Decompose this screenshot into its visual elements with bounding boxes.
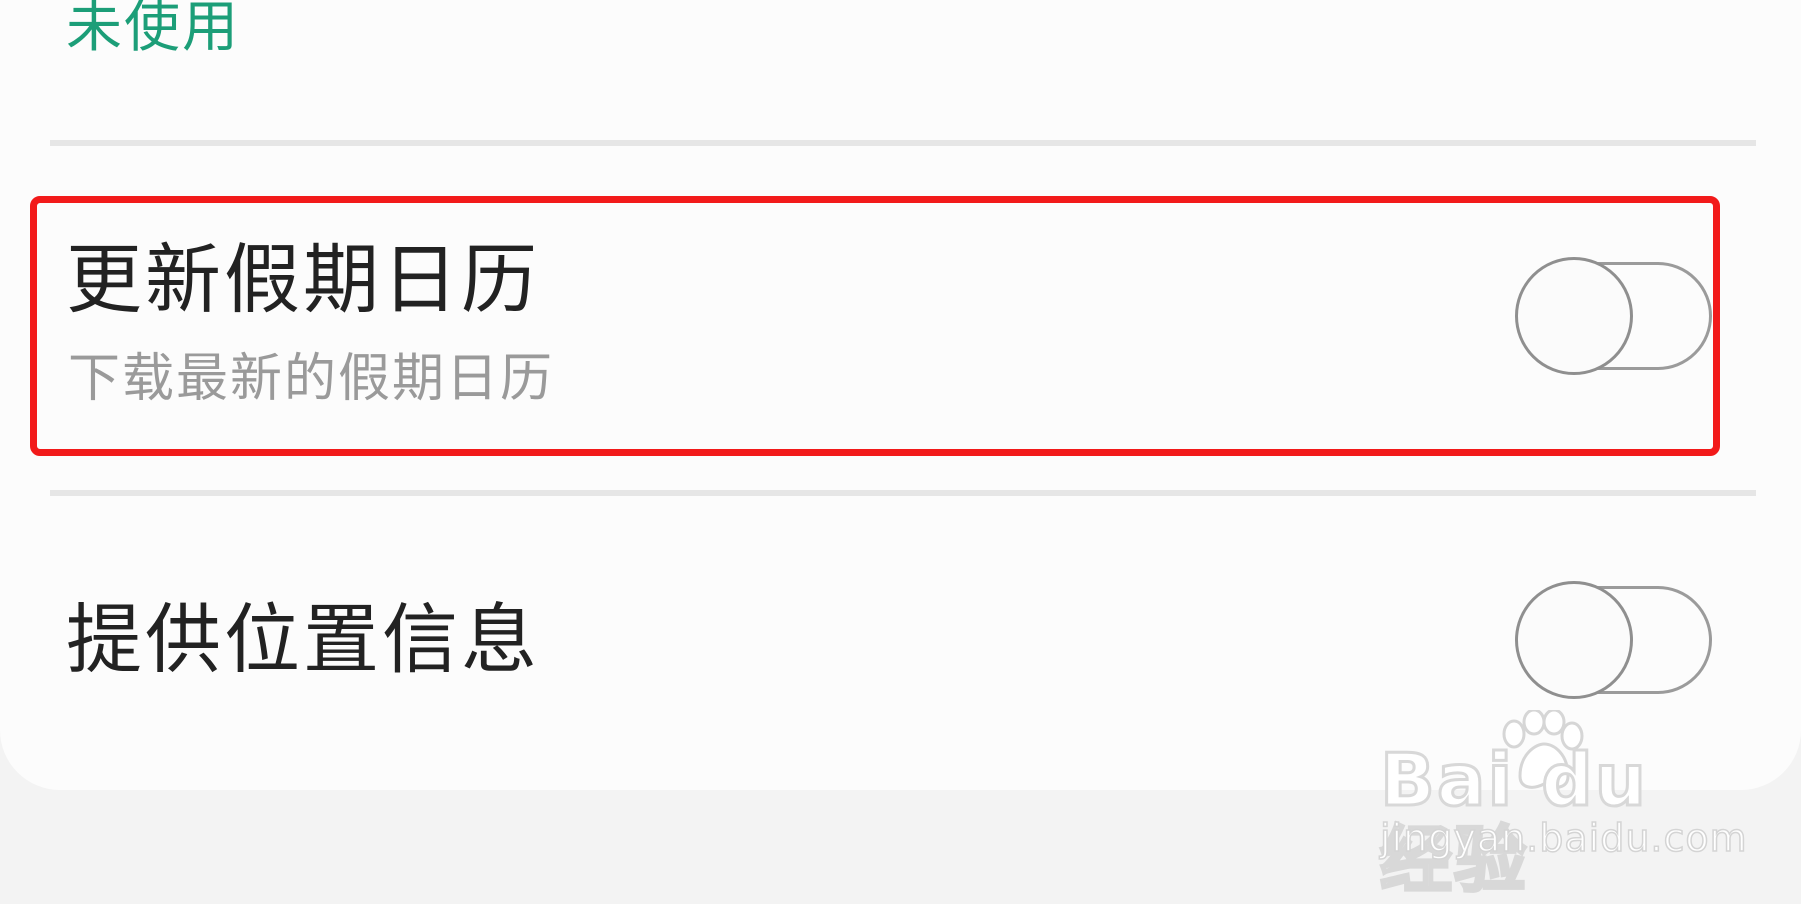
setting-title: 提供位置信息 [66,595,540,684]
settings-screen: 未使用 更新假期日历 下载最新的假期日历 提供位置信息 Bai du 经验 ji… [0,0,1801,904]
setting-row-update-holiday-calendar[interactable]: 更新假期日历 下载最新的假期日历 [30,196,1730,462]
toggle-knob [1515,257,1633,375]
update-holiday-calendar-toggle[interactable] [1515,257,1712,375]
setting-subtitle: 下载最新的假期日历 [68,349,555,409]
divider [50,490,1756,496]
settings-card: 未使用 更新假期日历 下载最新的假期日历 提供位置信息 [0,0,1801,790]
setting-row-provide-location[interactable]: 提供位置信息 [30,560,1730,720]
top-item-status: 未使用 [66,0,240,60]
watermark-url: jingyan.baidu.com [1379,815,1748,861]
toggle-knob [1515,581,1633,699]
divider [50,140,1756,146]
provide-location-toggle[interactable] [1515,581,1712,699]
setting-title: 更新假期日历 [66,235,540,324]
